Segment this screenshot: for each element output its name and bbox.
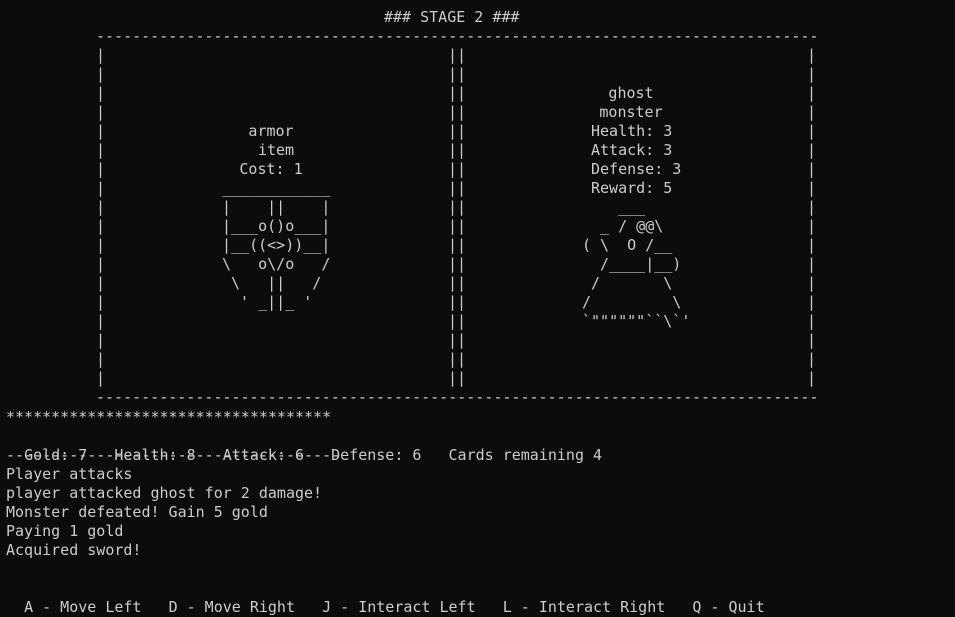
status-bar: Gold: 7 Health: 8 Attack: 6 Defense: 6 C…: [6, 427, 602, 464]
move-right-control[interactable]: D - Move Right: [169, 598, 295, 616]
interact-left-control[interactable]: J - Interact Left: [322, 598, 476, 616]
interact-right-control[interactable]: L - Interact Right: [503, 598, 666, 616]
game-board: ----------------------------------------…: [0, 0, 955, 410]
status-stars-divider: ************************************: [6, 408, 332, 426]
cards-remaining-stat: Cards remaining 4: [448, 446, 603, 464]
right-card-defense: Defense: 3: [591, 160, 682, 178]
ghost-art: ___ _ / @@\ ( \ O /__ /____|__) / \ / \ …: [582, 198, 691, 330]
board-top-border: ----------------------------------------…: [96, 27, 819, 45]
armor-art: ____________ | || | |___o()o___| |__((<>…: [222, 179, 331, 311]
move-left-control[interactable]: A - Move Left: [24, 598, 141, 616]
log-line: player attacked ghost for 2 damage!: [6, 484, 323, 502]
defense-stat: Defense: 6: [331, 446, 422, 464]
left-card-cost: Cost: 1: [239, 160, 303, 178]
board-center-divider: || || || || || || || || || || || || || |…: [448, 46, 467, 387]
right-card-type: monster: [599, 103, 663, 121]
log-line: Paying 1 gold: [6, 522, 124, 540]
log-line: Acquired sword!: [6, 541, 142, 559]
log-line: Monster defeated! Gain 5 gold: [6, 503, 268, 521]
left-card[interactable]: armor item Cost: 1 ____________ | || | |…: [110, 46, 440, 386]
board-left-wall: | | | | | | | | | | | | | | | | | |: [96, 46, 106, 387]
right-card-name: ghost: [608, 84, 654, 102]
right-card-attack: Attack: 3: [591, 141, 673, 159]
right-card[interactable]: ghost monster Health: 3 Attack: 3 Defens…: [470, 46, 800, 386]
right-card-reward: Reward: 5: [591, 179, 673, 197]
left-card-type: item: [257, 141, 295, 159]
right-card-health: Health: 3: [591, 122, 673, 140]
log-line: Player attacks: [6, 465, 133, 483]
board-right-wall: | | | | | | | | | | | | | | | | | |: [807, 46, 817, 387]
left-card-name: armor: [248, 122, 294, 140]
quit-control[interactable]: Q - Quit: [692, 598, 764, 616]
controls-bar: A - Move Left D - Move Right J - Interac…: [6, 579, 765, 616]
board-bottom-border: ----------------------------------------…: [96, 388, 819, 406]
status-dash-divider: -------------------------------------: [6, 446, 341, 464]
